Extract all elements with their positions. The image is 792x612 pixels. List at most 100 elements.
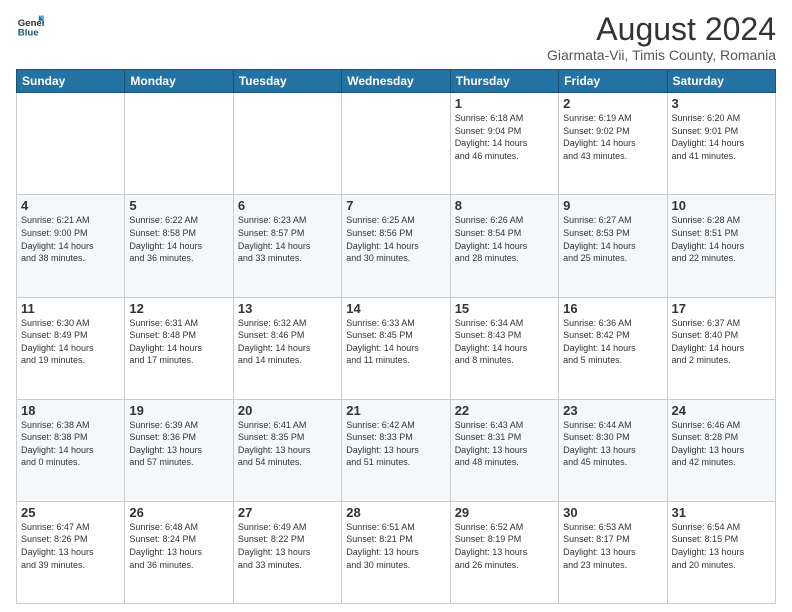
- table-row: 14Sunrise: 6:33 AM Sunset: 8:45 PM Dayli…: [342, 297, 450, 399]
- day-number: 23: [563, 403, 662, 418]
- day-number: 28: [346, 505, 445, 520]
- table-row: 21Sunrise: 6:42 AM Sunset: 8:33 PM Dayli…: [342, 399, 450, 501]
- day-number: 1: [455, 96, 554, 111]
- table-row: 3Sunrise: 6:20 AM Sunset: 9:01 PM Daylig…: [667, 93, 775, 195]
- day-number: 21: [346, 403, 445, 418]
- day-info: Sunrise: 6:37 AM Sunset: 8:40 PM Dayligh…: [672, 317, 771, 367]
- day-number: 8: [455, 198, 554, 213]
- day-info: Sunrise: 6:38 AM Sunset: 8:38 PM Dayligh…: [21, 419, 120, 469]
- day-info: Sunrise: 6:34 AM Sunset: 8:43 PM Dayligh…: [455, 317, 554, 367]
- col-thursday: Thursday: [450, 70, 558, 93]
- day-info: Sunrise: 6:22 AM Sunset: 8:58 PM Dayligh…: [129, 214, 228, 264]
- table-row: 28Sunrise: 6:51 AM Sunset: 8:21 PM Dayli…: [342, 501, 450, 603]
- calendar-table: Sunday Monday Tuesday Wednesday Thursday…: [16, 69, 776, 604]
- table-row: 4Sunrise: 6:21 AM Sunset: 9:00 PM Daylig…: [17, 195, 125, 297]
- day-number: 5: [129, 198, 228, 213]
- table-row: 10Sunrise: 6:28 AM Sunset: 8:51 PM Dayli…: [667, 195, 775, 297]
- col-friday: Friday: [559, 70, 667, 93]
- day-info: Sunrise: 6:44 AM Sunset: 8:30 PM Dayligh…: [563, 419, 662, 469]
- day-info: Sunrise: 6:47 AM Sunset: 8:26 PM Dayligh…: [21, 521, 120, 571]
- table-row: 8Sunrise: 6:26 AM Sunset: 8:54 PM Daylig…: [450, 195, 558, 297]
- table-row: 17Sunrise: 6:37 AM Sunset: 8:40 PM Dayli…: [667, 297, 775, 399]
- table-row: 5Sunrise: 6:22 AM Sunset: 8:58 PM Daylig…: [125, 195, 233, 297]
- day-info: Sunrise: 6:20 AM Sunset: 9:01 PM Dayligh…: [672, 112, 771, 162]
- day-info: Sunrise: 6:31 AM Sunset: 8:48 PM Dayligh…: [129, 317, 228, 367]
- table-row: 6Sunrise: 6:23 AM Sunset: 8:57 PM Daylig…: [233, 195, 341, 297]
- page: General Blue August 2024 Giarmata-Vii, T…: [0, 0, 792, 612]
- day-number: 22: [455, 403, 554, 418]
- day-info: Sunrise: 6:33 AM Sunset: 8:45 PM Dayligh…: [346, 317, 445, 367]
- col-tuesday: Tuesday: [233, 70, 341, 93]
- day-number: 24: [672, 403, 771, 418]
- day-number: 10: [672, 198, 771, 213]
- table-row: 31Sunrise: 6:54 AM Sunset: 8:15 PM Dayli…: [667, 501, 775, 603]
- day-info: Sunrise: 6:25 AM Sunset: 8:56 PM Dayligh…: [346, 214, 445, 264]
- calendar-week-row: 4Sunrise: 6:21 AM Sunset: 9:00 PM Daylig…: [17, 195, 776, 297]
- day-number: 30: [563, 505, 662, 520]
- calendar-week-row: 25Sunrise: 6:47 AM Sunset: 8:26 PM Dayli…: [17, 501, 776, 603]
- day-number: 9: [563, 198, 662, 213]
- logo: General Blue: [16, 12, 44, 40]
- day-number: 12: [129, 301, 228, 316]
- day-info: Sunrise: 6:32 AM Sunset: 8:46 PM Dayligh…: [238, 317, 337, 367]
- day-number: 2: [563, 96, 662, 111]
- day-info: Sunrise: 6:49 AM Sunset: 8:22 PM Dayligh…: [238, 521, 337, 571]
- day-number: 25: [21, 505, 120, 520]
- calendar-header-row: Sunday Monday Tuesday Wednesday Thursday…: [17, 70, 776, 93]
- table-row: 7Sunrise: 6:25 AM Sunset: 8:56 PM Daylig…: [342, 195, 450, 297]
- table-row: 13Sunrise: 6:32 AM Sunset: 8:46 PM Dayli…: [233, 297, 341, 399]
- subtitle: Giarmata-Vii, Timis County, Romania: [547, 47, 776, 63]
- table-row: 29Sunrise: 6:52 AM Sunset: 8:19 PM Dayli…: [450, 501, 558, 603]
- day-info: Sunrise: 6:51 AM Sunset: 8:21 PM Dayligh…: [346, 521, 445, 571]
- day-info: Sunrise: 6:53 AM Sunset: 8:17 PM Dayligh…: [563, 521, 662, 571]
- day-number: 11: [21, 301, 120, 316]
- table-row: [125, 93, 233, 195]
- table-row: 30Sunrise: 6:53 AM Sunset: 8:17 PM Dayli…: [559, 501, 667, 603]
- day-info: Sunrise: 6:36 AM Sunset: 8:42 PM Dayligh…: [563, 317, 662, 367]
- day-info: Sunrise: 6:21 AM Sunset: 9:00 PM Dayligh…: [21, 214, 120, 264]
- day-number: 27: [238, 505, 337, 520]
- day-number: 18: [21, 403, 120, 418]
- day-number: 17: [672, 301, 771, 316]
- title-block: August 2024 Giarmata-Vii, Timis County, …: [547, 12, 776, 63]
- day-info: Sunrise: 6:23 AM Sunset: 8:57 PM Dayligh…: [238, 214, 337, 264]
- day-info: Sunrise: 6:43 AM Sunset: 8:31 PM Dayligh…: [455, 419, 554, 469]
- day-info: Sunrise: 6:46 AM Sunset: 8:28 PM Dayligh…: [672, 419, 771, 469]
- day-info: Sunrise: 6:39 AM Sunset: 8:36 PM Dayligh…: [129, 419, 228, 469]
- table-row: 16Sunrise: 6:36 AM Sunset: 8:42 PM Dayli…: [559, 297, 667, 399]
- calendar-week-row: 1Sunrise: 6:18 AM Sunset: 9:04 PM Daylig…: [17, 93, 776, 195]
- table-row: 20Sunrise: 6:41 AM Sunset: 8:35 PM Dayli…: [233, 399, 341, 501]
- col-monday: Monday: [125, 70, 233, 93]
- col-wednesday: Wednesday: [342, 70, 450, 93]
- table-row: 12Sunrise: 6:31 AM Sunset: 8:48 PM Dayli…: [125, 297, 233, 399]
- table-row: 27Sunrise: 6:49 AM Sunset: 8:22 PM Dayli…: [233, 501, 341, 603]
- svg-text:Blue: Blue: [18, 28, 39, 39]
- day-info: Sunrise: 6:19 AM Sunset: 9:02 PM Dayligh…: [563, 112, 662, 162]
- day-number: 26: [129, 505, 228, 520]
- day-info: Sunrise: 6:30 AM Sunset: 8:49 PM Dayligh…: [21, 317, 120, 367]
- table-row: [233, 93, 341, 195]
- day-info: Sunrise: 6:28 AM Sunset: 8:51 PM Dayligh…: [672, 214, 771, 264]
- table-row: 11Sunrise: 6:30 AM Sunset: 8:49 PM Dayli…: [17, 297, 125, 399]
- day-number: 29: [455, 505, 554, 520]
- table-row: 26Sunrise: 6:48 AM Sunset: 8:24 PM Dayli…: [125, 501, 233, 603]
- table-row: 18Sunrise: 6:38 AM Sunset: 8:38 PM Dayli…: [17, 399, 125, 501]
- day-info: Sunrise: 6:42 AM Sunset: 8:33 PM Dayligh…: [346, 419, 445, 469]
- day-info: Sunrise: 6:52 AM Sunset: 8:19 PM Dayligh…: [455, 521, 554, 571]
- header: General Blue August 2024 Giarmata-Vii, T…: [16, 12, 776, 63]
- day-info: Sunrise: 6:54 AM Sunset: 8:15 PM Dayligh…: [672, 521, 771, 571]
- day-number: 14: [346, 301, 445, 316]
- day-info: Sunrise: 6:27 AM Sunset: 8:53 PM Dayligh…: [563, 214, 662, 264]
- day-number: 13: [238, 301, 337, 316]
- day-number: 3: [672, 96, 771, 111]
- day-number: 6: [238, 198, 337, 213]
- table-row: [17, 93, 125, 195]
- day-number: 19: [129, 403, 228, 418]
- calendar-week-row: 11Sunrise: 6:30 AM Sunset: 8:49 PM Dayli…: [17, 297, 776, 399]
- day-info: Sunrise: 6:26 AM Sunset: 8:54 PM Dayligh…: [455, 214, 554, 264]
- main-title: August 2024: [547, 12, 776, 47]
- table-row: 24Sunrise: 6:46 AM Sunset: 8:28 PM Dayli…: [667, 399, 775, 501]
- table-row: 22Sunrise: 6:43 AM Sunset: 8:31 PM Dayli…: [450, 399, 558, 501]
- day-number: 15: [455, 301, 554, 316]
- table-row: 15Sunrise: 6:34 AM Sunset: 8:43 PM Dayli…: [450, 297, 558, 399]
